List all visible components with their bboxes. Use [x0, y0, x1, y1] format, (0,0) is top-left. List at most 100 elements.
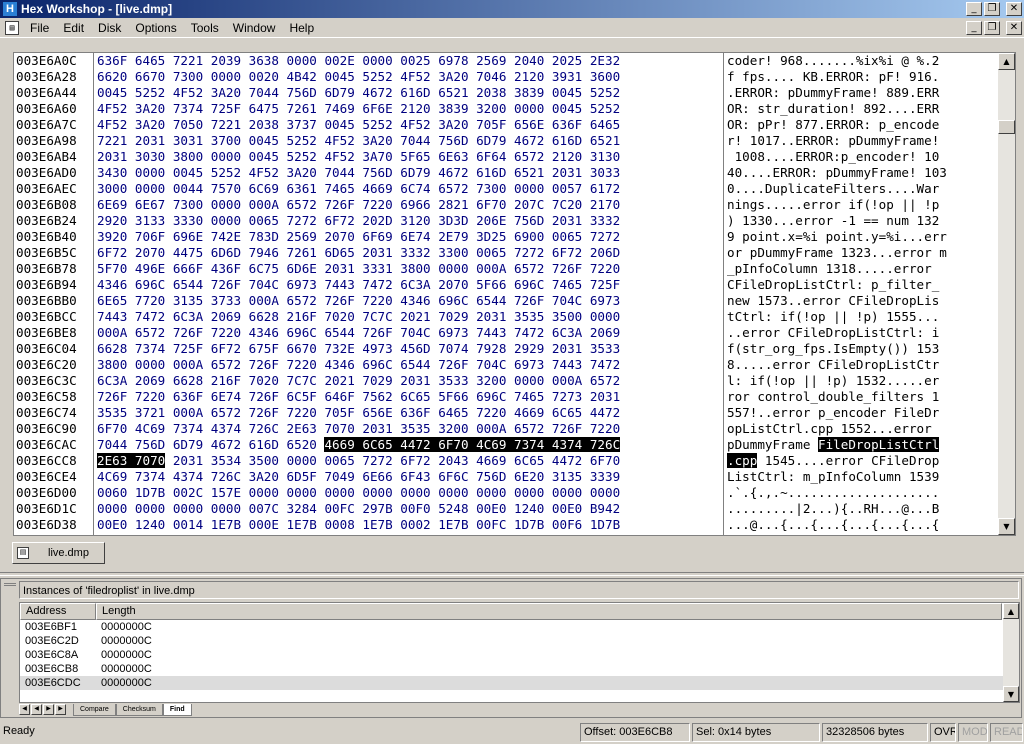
scroll-down-arrow-icon[interactable]: ▼: [1003, 686, 1019, 702]
hex-bytes[interactable]: 4C69 7374 4374 726C 3A20 6D5F 7049 6E66 …: [97, 469, 620, 485]
ascii-text[interactable]: ..error CFileDropListCtrl: i: [727, 325, 939, 341]
hex-bytes[interactable]: 6628 7374 725F 6F72 675F 6670 732E 4973 …: [97, 341, 620, 357]
hex-bytes[interactable]: 3430 0000 0045 5252 4F52 3A20 7044 756D …: [97, 165, 620, 181]
list-item[interactable]: 003E6C8A 0000000C: [20, 648, 1019, 662]
hex-row[interactable]: 003E6A0C 636F 6465 7221 2039 3638 0000 00…: [14, 53, 998, 69]
hex-row[interactable]: 003E6C74 3535 3721 000A 6572 726F 7220 70…: [14, 405, 998, 421]
hex-selection[interactable]: 2E63 7070: [97, 453, 166, 468]
last-tab-arrow-icon[interactable]: ▶: [55, 704, 66, 715]
ascii-text[interactable]: 40....ERROR: pDummyFrame! 103: [727, 165, 947, 181]
hex-bytes[interactable]: 3920 706F 696E 742E 783D 2569 2070 6F69 …: [97, 229, 620, 245]
menu-file[interactable]: File: [23, 21, 56, 35]
list-item[interactable]: 003E6C2D 0000000C: [20, 634, 1019, 648]
first-tab-arrow-icon[interactable]: ◀: [19, 704, 30, 715]
list-item[interactable]: 003E6BF1 0000000C: [20, 620, 1019, 634]
ascii-text[interactable]: l: if(!op || !p) 1532.....er: [727, 373, 939, 389]
scroll-down-arrow-icon[interactable]: ▼: [998, 518, 1015, 535]
scroll-up-arrow-icon[interactable]: ▲: [1003, 603, 1019, 619]
ascii-text[interactable]: CFileDropListCtrl: p_filter_: [727, 277, 939, 293]
menu-tools[interactable]: Tools: [184, 21, 226, 35]
ascii-text[interactable]: 557!..error p_encoder FileDr: [727, 405, 939, 421]
ascii-text[interactable]: 8.....error CFileDropListCtr: [727, 357, 939, 373]
prev-tab-arrow-icon[interactable]: ◀: [31, 704, 42, 715]
child-close-button[interactable]: ✕: [1006, 20, 1022, 35]
ascii-text[interactable]: f fps.... KB.ERROR: pF! 916.: [727, 69, 939, 85]
ascii-text[interactable]: OR: str_duration! 892....ERR: [727, 101, 939, 117]
close-button[interactable]: ✕: [1006, 2, 1022, 16]
hex-row[interactable]: 003E6A28 6620 6670 7300 0000 0020 4B42 00…: [14, 69, 998, 85]
hex-bytes[interactable]: 2920 3133 3330 0000 0065 7272 6F72 202D …: [97, 213, 620, 229]
ascii-text[interactable]: 9 point.x=%i point.y=%i...err: [727, 229, 947, 245]
hex-bytes[interactable]: 2E63 7070 2031 3534 3500 0000 0065 7272 …: [97, 453, 620, 469]
hex-row[interactable]: 003E6D00 0060 1D7B 002C 157E 0000 0000 00…: [14, 485, 998, 501]
hex-bytes[interactable]: 3000 0000 0044 7570 6C69 6361 7465 4669 …: [97, 181, 620, 197]
menu-edit[interactable]: Edit: [56, 21, 91, 35]
find-results-list[interactable]: Address Length 003E6BF1 0000000C 003E6C2D…: [19, 602, 1020, 703]
menu-disk[interactable]: Disk: [91, 21, 128, 35]
hex-row[interactable]: 003E6BCC 7443 7472 6C3A 2069 6628 216F 70…: [14, 309, 998, 325]
ascii-text[interactable]: .cpp 1545....error CFileDrop: [727, 453, 939, 469]
child-minimize-button[interactable]: _: [966, 20, 982, 35]
hex-bytes[interactable]: 000A 6572 726F 7220 4346 696C 6544 726F …: [97, 325, 620, 341]
hex-bytes[interactable]: 7443 7472 6C3A 2069 6628 216F 7020 7C7C …: [97, 309, 620, 325]
tab-find[interactable]: Find: [162, 704, 192, 716]
hex-bytes[interactable]: 3535 3721 000A 6572 726F 7220 705F 656E …: [97, 405, 620, 421]
ascii-text[interactable]: .`.{.,.~....................: [727, 485, 939, 501]
tab-compare[interactable]: Compare: [73, 704, 116, 716]
ascii-text[interactable]: opListCtrl.cpp 1552...error: [727, 421, 939, 437]
ascii-text[interactable]: ...@...{...{...{...{...{...{: [727, 517, 939, 533]
hex-bytes[interactable]: 6C3A 2069 6628 216F 7020 7C7C 2021 7029 …: [97, 373, 620, 389]
hex-editor[interactable]: 003E6A0C 636F 6465 7221 2039 3638 0000 00…: [13, 52, 1016, 536]
ascii-text[interactable]: ror control_double_filters 1: [727, 389, 939, 405]
scroll-up-arrow-icon[interactable]: ▲: [998, 53, 1015, 70]
pane-splitter[interactable]: [0, 572, 1024, 576]
ascii-text[interactable]: nings.....error if(!op || !p: [727, 197, 939, 213]
ascii-selection[interactable]: FileDropListCtrl: [818, 437, 940, 452]
menu-window[interactable]: Window: [226, 21, 283, 35]
hex-bytes[interactable]: 00E0 1240 0014 1E7B 000E 1E7B 0008 1E7B …: [97, 517, 620, 533]
hex-row[interactable]: 003E6A7C 4F52 3A20 7050 7221 2038 3737 00…: [14, 117, 998, 133]
ascii-text[interactable]: r! 1017..ERROR: pDummyFrame!: [727, 133, 939, 149]
hex-bytes[interactable]: 726F 7220 636F 6E74 726F 6C5F 646F 7562 …: [97, 389, 620, 405]
hex-row[interactable]: 003E6C20 3800 0000 000A 6572 726F 7220 43…: [14, 357, 998, 373]
hex-bytes[interactable]: 0060 1D7B 002C 157E 0000 0000 0000 0000 …: [97, 485, 620, 501]
document-icon[interactable]: ▤: [5, 20, 19, 35]
hex-bytes[interactable]: 6E65 7720 3135 3733 000A 6572 726F 7220 …: [97, 293, 620, 309]
hex-row[interactable]: 003E6C04 6628 7374 725F 6F72 675F 6670 73…: [14, 341, 998, 357]
hex-bytes[interactable]: 4F52 3A20 7050 7221 2038 3737 0045 5252 …: [97, 117, 620, 133]
hex-bytes[interactable]: 6E69 6E67 7300 0000 000A 6572 726F 7220 …: [97, 197, 620, 213]
hex-bytes[interactable]: 5F70 496E 666F 436F 6C75 6D6E 2031 3331 …: [97, 261, 620, 277]
hex-row[interactable]: 003E6D1C 0000 0000 0000 0000 007C 3284 00…: [14, 501, 998, 517]
menu-help[interactable]: Help: [282, 21, 321, 35]
hex-row[interactable]: 003E6A44 0045 5252 4F52 3A20 7044 756D 6D…: [14, 85, 998, 101]
hex-row[interactable]: 003E6AB4 2031 3030 3800 0000 0045 5252 4F…: [14, 149, 998, 165]
hex-row[interactable]: 003E6AD0 3430 0000 0045 5252 4F52 3A20 70…: [14, 165, 998, 181]
ascii-text[interactable]: f(str_org_fps.IsEmpty()) 153: [727, 341, 939, 357]
hex-rows[interactable]: 003E6A0C 636F 6465 7221 2039 3638 0000 00…: [14, 53, 998, 535]
panel-gripper[interactable]: [4, 583, 16, 597]
hex-row[interactable]: 003E6CC8 2E63 7070 2031 3534 3500 0000 00…: [14, 453, 998, 469]
hex-row[interactable]: 003E6C3C 6C3A 2069 6628 216F 7020 7C7C 20…: [14, 373, 998, 389]
ascii-text[interactable]: .ERROR: pDummyFrame! 889.ERR: [727, 85, 939, 101]
ascii-text[interactable]: 1008....ERROR:p_encoder! 10: [727, 149, 940, 165]
tab-checksum[interactable]: Checksum: [115, 704, 163, 716]
hex-bytes[interactable]: 3800 0000 000A 6572 726F 7220 4346 696C …: [97, 357, 620, 373]
hex-bytes[interactable]: 0045 5252 4F52 3A20 7044 756D 6D79 4672 …: [97, 85, 620, 101]
hex-vertical-scrollbar[interactable]: ▲ ▼: [998, 53, 1015, 535]
hex-bytes[interactable]: 636F 6465 7221 2039 3638 0000 002E 0000 …: [97, 53, 620, 69]
hex-bytes[interactable]: 6620 6670 7300 0000 0020 4B42 0045 5252 …: [97, 69, 620, 85]
list-item-selected[interactable]: 003E6CDC 0000000C: [20, 676, 1003, 690]
next-tab-arrow-icon[interactable]: ▶: [43, 704, 54, 715]
hex-selection[interactable]: 4669 6C65 4472 6F70 4C69 7374 4374 726C: [324, 437, 621, 452]
ascii-text[interactable]: new 1573..error CFileDropLis: [727, 293, 939, 309]
ascii-text[interactable]: ListCtrl: m_pInfoColumn 1539: [727, 469, 939, 485]
hex-row[interactable]: 003E6B78 5F70 496E 666F 436F 6C75 6D6E 20…: [14, 261, 998, 277]
hex-bytes[interactable]: 4F52 3A20 7374 725F 6475 7261 7469 6F6E …: [97, 101, 620, 117]
ascii-text[interactable]: .........|2...){..RH...@...B: [727, 501, 939, 517]
hex-row[interactable]: 003E6A60 4F52 3A20 7374 725F 6475 7261 74…: [14, 101, 998, 117]
scroll-thumb[interactable]: [998, 120, 1015, 134]
ascii-text[interactable]: pDummyFrame FileDropListCtrl: [727, 437, 940, 453]
document-tab-live-dmp[interactable]: ▤ live.dmp: [12, 542, 105, 564]
ascii-text[interactable]: 0....DuplicateFilters....War: [727, 181, 939, 197]
minimize-button[interactable]: _: [966, 2, 982, 16]
